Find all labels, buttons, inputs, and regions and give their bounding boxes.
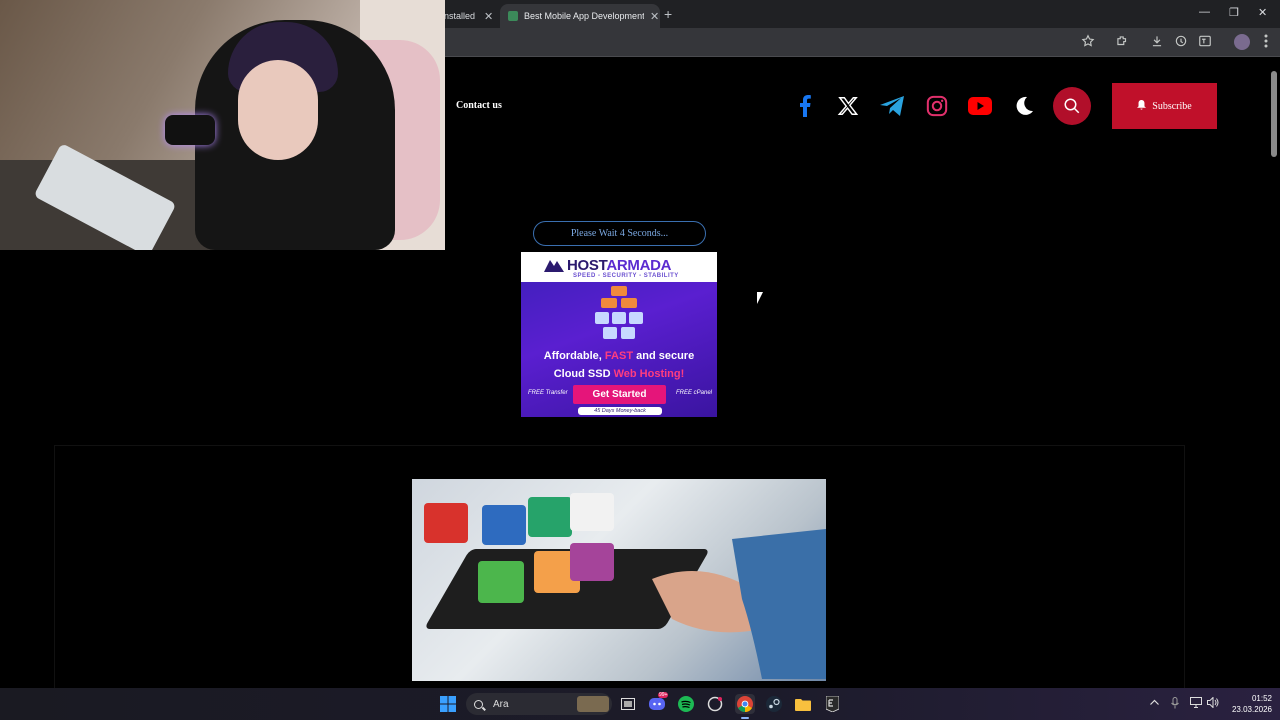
restore-button[interactable]: ❐ <box>1229 6 1239 19</box>
system-clock[interactable]: 01:52 23.03.2026 <box>1226 693 1272 715</box>
discord-taskbar-button[interactable]: 99+ <box>647 692 669 714</box>
window-close-button[interactable]: ✕ <box>1258 6 1267 19</box>
x-twitter-icon[interactable] <box>835 93 861 119</box>
ad-free-transfer: FREE Transfer <box>528 390 568 396</box>
ad-header: HOSTARMADA SPEED - SECURITY - STABILITY <box>521 252 717 282</box>
tab-title: Best Mobile App Development <box>524 11 644 21</box>
minimize-button[interactable]: — <box>1199 6 1210 18</box>
spiral-app-icon <box>707 696 723 712</box>
hands-illustration <box>652 529 826 679</box>
network-icon[interactable] <box>1190 697 1202 711</box>
microphone-icon[interactable] <box>1171 697 1179 712</box>
task-view-icon <box>621 698 635 710</box>
site-search-button[interactable] <box>1053 87 1091 125</box>
dark-mode-moon-icon[interactable] <box>1011 93 1037 119</box>
hostarmada-ad-banner[interactable]: HOSTARMADA SPEED - SECURITY - STABILITY … <box>521 252 717 417</box>
taskbar-search[interactable]: Ara <box>466 693 612 715</box>
search-icon <box>1064 98 1080 114</box>
bell-icon <box>1137 99 1147 113</box>
taskbar-search-placeholder: Ara <box>493 698 509 710</box>
steam-taskbar-button[interactable] <box>764 694 784 714</box>
spotify-icon <box>678 696 694 712</box>
discord-badge: 99+ <box>658 692 669 698</box>
search-highlight-image <box>577 696 609 712</box>
facebook-icon[interactable] <box>792 93 818 119</box>
start-button[interactable] <box>438 694 458 714</box>
spotify-taskbar-button[interactable] <box>676 694 696 714</box>
translate-icon[interactable] <box>1197 34 1213 50</box>
profile-avatar[interactable] <box>1234 34 1250 50</box>
more-menu-icon[interactable] <box>1258 34 1274 50</box>
bookmark-star-icon[interactable] <box>1080 34 1096 50</box>
new-tab-button[interactable]: + <box>664 6 672 22</box>
volume-icon[interactable] <box>1207 696 1219 711</box>
hostarmada-logo-icon <box>544 260 564 272</box>
download-icon[interactable] <box>1149 34 1165 50</box>
chrome-icon <box>737 696 753 712</box>
ad-money-back: 45 Days Money-back <box>578 407 662 415</box>
history-icon[interactable] <box>1173 34 1189 50</box>
ad-brand: HOSTARMADA <box>567 257 672 274</box>
subscribe-button[interactable]: Subscribe <box>1112 83 1217 129</box>
nav-contact-link[interactable]: Contact us <box>456 100 502 111</box>
screen: nstalled ✕ Best Mobile App Development ✕… <box>0 0 1280 720</box>
instagram-icon[interactable] <box>924 93 950 119</box>
windows-logo-icon <box>440 696 456 712</box>
windows-taskbar: Ara 99+ 01:52 23.03.2026 <box>0 688 1280 720</box>
subscribe-label: Subscribe <box>1152 100 1192 112</box>
ad-get-started-button[interactable]: Get Started <box>573 385 666 404</box>
mouse-cursor <box>757 292 763 304</box>
ad-headline: Affordable, FAST and secure Cloud SSD We… <box>543 350 695 380</box>
search-icon <box>474 699 483 709</box>
task-view-button[interactable] <box>618 694 638 714</box>
webcam-microphone <box>165 115 215 145</box>
youtube-icon[interactable] <box>967 93 993 119</box>
chevron-up-icon[interactable] <box>1150 697 1159 708</box>
steam-icon <box>766 696 782 712</box>
epic-games-icon <box>825 696 839 712</box>
tab-mobile-app-development[interactable]: Best Mobile App Development ✕ <box>500 4 660 28</box>
discord-icon <box>649 698 665 710</box>
tab-title: nstalled <box>444 11 476 21</box>
close-icon[interactable]: ✕ <box>484 10 493 23</box>
close-icon[interactable]: ✕ <box>650 10 659 23</box>
please-wait-button[interactable]: Please Wait 4 Seconds... <box>533 221 706 246</box>
folder-icon <box>795 698 811 711</box>
ad-tagline: SPEED - SECURITY - STABILITY <box>573 273 679 279</box>
scrollbar-thumb[interactable] <box>1271 71 1277 157</box>
streamer-webcam <box>0 0 445 250</box>
server-stack-icon <box>595 286 643 339</box>
epic-games-taskbar-button[interactable] <box>822 694 842 714</box>
file-explorer-taskbar-button[interactable] <box>793 694 813 714</box>
telegram-icon[interactable] <box>879 93 905 119</box>
page-scrollbar[interactable] <box>1268 57 1280 688</box>
app-taskbar-button[interactable] <box>705 694 725 714</box>
active-app-indicator <box>741 717 749 719</box>
clock-time: 01:52 <box>1251 694 1272 703</box>
site-favicon-icon <box>508 11 518 21</box>
chrome-taskbar-button[interactable] <box>735 694 755 714</box>
clock-date: 23.03.2026 <box>1231 705 1272 714</box>
extensions-icon[interactable] <box>1114 34 1130 50</box>
webcam-face <box>238 60 318 160</box>
article-hero-image <box>412 479 826 681</box>
ad-free-cpanel: FREE cPanel <box>676 390 713 396</box>
tab-installed[interactable]: nstalled ✕ <box>444 4 500 28</box>
